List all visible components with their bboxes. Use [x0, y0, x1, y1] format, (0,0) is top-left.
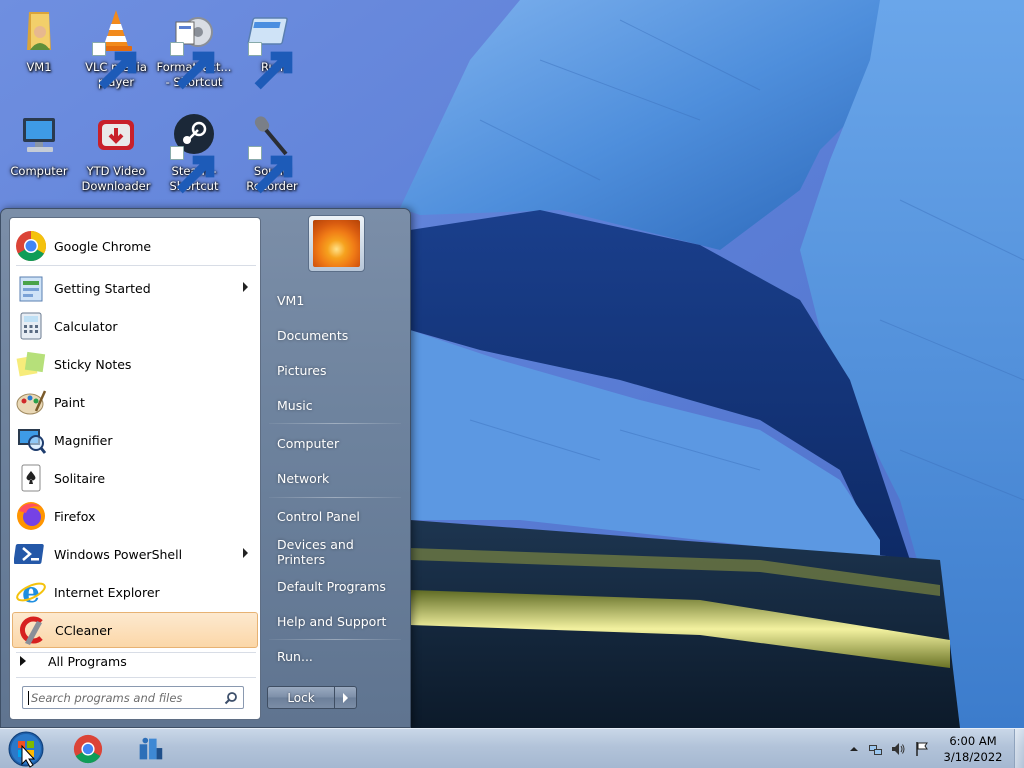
start-link-default-programs[interactable]: Default Programs	[267, 571, 403, 602]
start-link-devices-and-printers[interactable]: Devices and Printers	[267, 536, 403, 567]
user-folder-icon	[27, 12, 51, 50]
program-label: CCleaner	[55, 622, 113, 638]
program-label: Google Chrome	[54, 238, 152, 254]
program-label: Solitaire	[54, 470, 106, 486]
chrome-icon	[16, 230, 46, 262]
start-link-network[interactable]: Network	[267, 463, 403, 494]
program-label: Getting Started	[54, 280, 151, 296]
magnifier-icon	[18, 429, 47, 454]
program-google-chrome[interactable]: Google Chrome	[12, 228, 258, 264]
paint-icon	[16, 390, 47, 415]
program-windows-powershell[interactable]: Windows PowerShell	[12, 536, 258, 572]
desktop-icon-formatfactory[interactable]: FormatFact... - Shortcut	[155, 6, 233, 90]
desktop-icon-vm1[interactable]: VM1	[0, 6, 78, 75]
taskbar-network-app-button[interactable]	[122, 731, 178, 767]
search-placeholder: Search programs and files	[31, 690, 183, 705]
chrome-icon	[73, 734, 103, 764]
start-button[interactable]	[6, 730, 46, 768]
all-programs-label: All Programs	[48, 653, 127, 669]
menu-separator	[16, 677, 256, 678]
volume-icon[interactable]	[890, 741, 906, 757]
chevron-right-icon	[343, 693, 348, 703]
program-getting-started[interactable]: Getting Started	[12, 270, 258, 306]
menu-separator	[269, 423, 401, 424]
desktop-icon-sound-recorder[interactable]: Sound Recorder	[233, 110, 311, 194]
shutdown-options-button[interactable]	[334, 686, 357, 709]
program-label: Paint	[54, 394, 85, 410]
clock-time: 6:00 AM	[949, 734, 997, 748]
menu-separator	[269, 497, 401, 498]
start-link-run[interactable]: Run...	[267, 641, 403, 672]
shortcut-arrow-icon	[92, 42, 137, 90]
desktop-icon-ytd[interactable]: YTD Video Downloader	[77, 110, 155, 194]
taskbar-chrome-button[interactable]	[60, 731, 116, 767]
start-link-control-panel[interactable]: Control Panel	[267, 501, 403, 532]
ccleaner-icon	[20, 616, 43, 645]
start-menu: Google Chrome Getting Started Calculator	[0, 208, 411, 728]
submenu-arrow-icon	[243, 282, 248, 292]
program-label: Internet Explorer	[54, 584, 160, 600]
program-internet-explorer[interactable]: e Internet Explorer	[12, 574, 258, 610]
start-link-help-and-support[interactable]: Help and Support	[267, 606, 403, 637]
program-label: Sticky Notes	[54, 356, 132, 372]
user-avatar[interactable]	[308, 215, 365, 272]
program-magnifier[interactable]: Magnifier	[12, 422, 258, 458]
clock-date: 3/18/2022	[943, 750, 1003, 764]
powershell-icon	[14, 544, 44, 564]
network-app-icon	[139, 737, 163, 760]
computer-icon	[23, 118, 55, 152]
network-icon[interactable]	[868, 741, 884, 757]
svg-text:e: e	[22, 576, 40, 609]
text-caret	[28, 690, 29, 705]
program-calculator[interactable]: Calculator	[12, 308, 258, 344]
clock[interactable]: 6:00 AM 3/18/2022	[936, 733, 1010, 765]
program-firefox[interactable]: Firefox	[12, 498, 258, 534]
program-label: Windows PowerShell	[54, 546, 183, 562]
all-programs-button[interactable]: All Programs	[12, 649, 258, 673]
search-input[interactable]: Search programs and files	[22, 686, 244, 709]
show-desktop-button[interactable]	[1014, 729, 1024, 768]
desktop-icon-vlc[interactable]: VLC media player	[77, 6, 155, 90]
sticky-notes-icon	[16, 351, 46, 377]
start-link-music[interactable]: Music	[267, 390, 403, 421]
shortcut-arrow-icon	[248, 146, 293, 194]
lock-button[interactable]: Lock	[267, 686, 335, 709]
shortcut-arrow-icon	[170, 146, 215, 194]
program-label: Firefox	[54, 508, 96, 524]
menu-separator	[269, 639, 401, 640]
desktop-icon-run[interactable]: Run	[233, 6, 311, 90]
program-solitaire[interactable]: Solitaire	[12, 460, 258, 496]
firefox-icon	[17, 502, 45, 530]
program-paint[interactable]: Paint	[12, 384, 258, 420]
taskbar: 6:00 AM 3/18/2022	[0, 728, 1024, 768]
getting-started-icon	[19, 276, 43, 302]
action-center-flag-icon[interactable]	[914, 741, 930, 757]
start-link-pictures[interactable]: Pictures	[267, 355, 403, 386]
menu-separator	[16, 265, 256, 266]
desktop-icon-computer[interactable]: Computer	[0, 110, 78, 179]
start-link-computer[interactable]: Computer	[267, 428, 403, 459]
program-ccleaner[interactable]: CCleaner	[12, 612, 258, 648]
search-icon[interactable]	[224, 691, 238, 705]
ytd-downloader-icon	[98, 120, 134, 150]
program-sticky-notes[interactable]: Sticky Notes	[12, 346, 258, 382]
program-label: Magnifier	[54, 432, 113, 448]
start-link-documents[interactable]: Documents	[267, 320, 403, 351]
program-label: Calculator	[54, 318, 118, 334]
all-programs-arrow-icon	[20, 656, 26, 666]
shortcut-arrow-icon	[248, 42, 293, 90]
show-hidden-icons-arrow[interactable]	[846, 741, 862, 757]
submenu-arrow-icon	[243, 548, 248, 558]
desktop-icon-steam[interactable]: Steam - Shortcut	[155, 110, 233, 194]
start-menu-programs-panel: Google Chrome Getting Started Calculator	[9, 217, 261, 720]
solitaire-icon	[21, 464, 41, 492]
start-link-vm1[interactable]: VM1	[267, 285, 403, 316]
calculator-icon	[20, 312, 42, 340]
shortcut-arrow-icon	[170, 42, 215, 90]
internet-explorer-icon: e	[16, 576, 46, 609]
avatar-flower-image	[313, 220, 360, 267]
